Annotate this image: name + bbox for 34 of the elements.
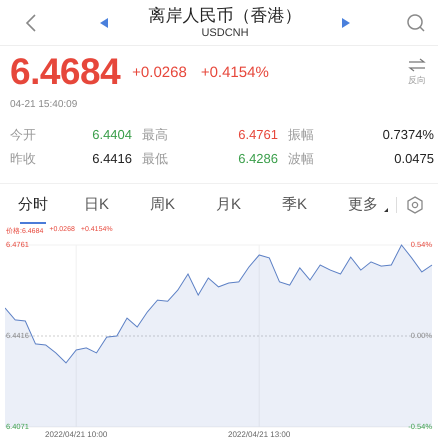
stat-label: 最高 [142,127,169,143]
percent-change: +0.4154% [200,64,269,80]
stat-value: 6.4286 [237,151,279,167]
price-change: +0.0268 [132,64,187,80]
chart-tab[interactable]: 更多 [340,186,406,224]
stat-value: 6.4404 [91,127,133,143]
timestamp: 04-21 15:40:09 [9,98,78,110]
chart-tab[interactable]: 季K [274,186,340,224]
swap-label: 反向 [408,74,426,86]
symbol-code: USDCNH [201,26,249,40]
stat-label: 最低 [142,151,169,167]
stat-value: 0.7374% [382,127,434,143]
previous-icon[interactable] [100,18,108,28]
back-icon[interactable] [24,12,38,32]
stat-value: 6.4761 [237,127,279,143]
next-icon[interactable] [342,18,350,28]
time-axis-label: 2022/04/21 10:00 [45,430,108,439]
stat-label: 昨收 [10,151,37,167]
page-title: 离岸人民币（香港） [148,6,302,26]
chart-tab[interactable]: 月K [208,186,274,224]
chart-tab[interactable]: 日K [76,186,142,224]
swap-icon [408,58,426,72]
chart-tab[interactable]: 分时 [10,186,76,224]
stat-value: 0.0475 [393,151,434,167]
stat-label: 振幅 [288,127,315,143]
time-axis-label: 2022/04/21 13:00 [228,430,290,439]
chart-tab[interactable]: 周K [142,186,208,224]
search-icon[interactable] [406,12,426,32]
stat-label: 波幅 [288,151,315,167]
stat-label: 今开 [10,127,37,143]
price-value: 6.4684 [10,52,120,92]
dropdown-icon [384,208,388,212]
settings-icon[interactable] [407,196,423,214]
stat-value: 6.4416 [91,151,133,167]
